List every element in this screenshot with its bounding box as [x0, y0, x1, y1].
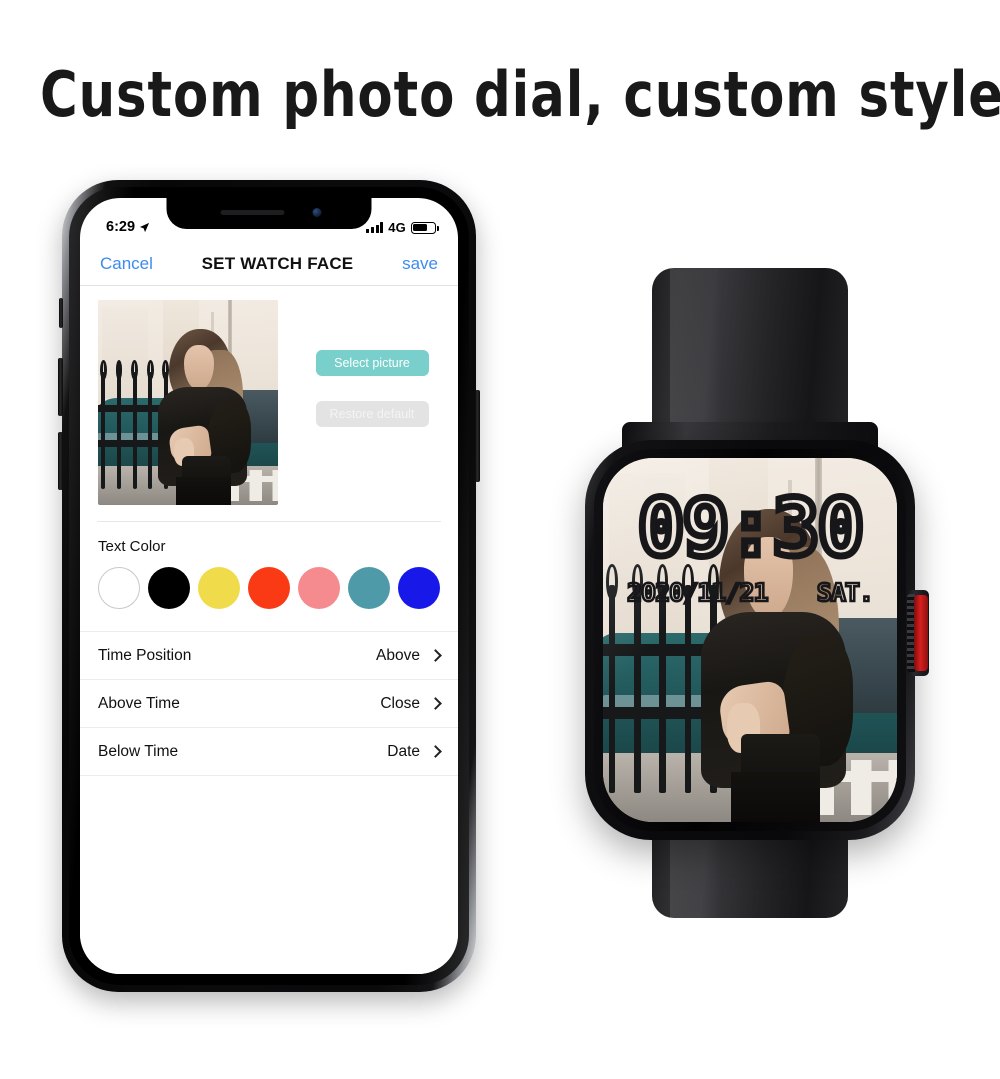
phone-bezel: 6:29 4G Cancel SET WATCH FACE save Selec… [69, 187, 469, 985]
product-banner: Custom photo dial, custom style 6:29 4G … [0, 0, 1000, 1079]
color-swatch-white[interactable] [98, 567, 140, 609]
row-value: Close [380, 694, 420, 712]
save-button[interactable]: save [402, 254, 438, 274]
earpiece-speaker-icon [220, 210, 285, 215]
chevron-right-icon [429, 745, 442, 758]
status-bar-time: 6:29 [106, 219, 136, 235]
watch-screen[interactable]: 09:30 2020/11/21 SAT. [603, 458, 897, 822]
row-time-position[interactable]: Time Position Above [80, 631, 458, 679]
text-color-swatches [80, 555, 458, 609]
row-label: Below Time [98, 742, 179, 760]
watch-crown-button[interactable] [907, 590, 929, 676]
row-value: Date [387, 742, 420, 760]
battery-icon [411, 221, 439, 234]
color-swatch-teal[interactable] [348, 567, 390, 609]
page-title: Custom photo dial, custom style [40, 58, 1000, 131]
phone-notch [166, 198, 372, 229]
watch-face-subline: 2020/11/21 SAT. [626, 577, 876, 609]
signal-bars-icon [366, 222, 384, 233]
preview-photo-image [98, 300, 278, 505]
chevron-right-icon [429, 649, 442, 662]
picture-row: Select picture Restore default [80, 286, 458, 505]
screen-title: SET WATCH FACE [201, 253, 354, 273]
phone-mockup: 6:29 4G Cancel SET WATCH FACE save Selec… [58, 180, 480, 992]
watch-face-time: 09:30 [634, 484, 868, 574]
smartwatch-mockup: 09:30 2020/11/21 SAT. [530, 240, 970, 940]
settings-content: Select picture Restore default Text Colo… [80, 286, 458, 974]
color-swatch-yellow[interactable] [198, 567, 240, 609]
watch-case: 09:30 2020/11/21 SAT. [585, 440, 929, 840]
crown-red-accent [914, 595, 928, 671]
row-value: Above [376, 646, 420, 664]
picture-actions: Select picture Restore default [278, 300, 440, 505]
list-bottom-divider [80, 775, 458, 776]
row-label: Time Position [98, 646, 192, 664]
row-below-time[interactable]: Below Time Date [80, 727, 458, 775]
settings-list: Time Position Above Above Time Close Bel… [80, 631, 458, 776]
text-color-label: Text Color [98, 538, 166, 555]
watch-bezel: 09:30 2020/11/21 SAT. [594, 449, 906, 831]
row-above-time[interactable]: Above Time Close [80, 679, 458, 727]
phone-volume-up-button[interactable] [58, 358, 63, 416]
cancel-button[interactable]: Cancel [100, 254, 153, 274]
network-label: 4G [388, 220, 406, 235]
front-camera-icon [312, 208, 322, 217]
watch-face-date: 2020/11/21 [626, 577, 770, 609]
status-bar-left: 6:29 [106, 219, 150, 235]
color-swatch-pink[interactable] [298, 567, 340, 609]
status-bar-right: 4G [366, 220, 439, 235]
color-swatch-black[interactable] [148, 567, 190, 609]
restore-default-button[interactable]: Restore default [315, 401, 429, 427]
chevron-right-icon [429, 697, 442, 710]
phone-power-button[interactable] [475, 390, 480, 482]
phone-screen: 6:29 4G Cancel SET WATCH FACE save Selec… [80, 198, 458, 974]
row-label: Above Time [98, 694, 180, 712]
select-picture-button[interactable]: Select picture [315, 350, 429, 376]
location-arrow-icon [139, 222, 150, 232]
navigation-bar: Cancel SET WATCH FACE save [80, 242, 458, 286]
phone-volume-down-button[interactable] [58, 432, 63, 490]
phone-mute-switch[interactable] [59, 298, 63, 328]
photo-preview[interactable] [98, 300, 278, 505]
color-swatch-blue[interactable] [398, 567, 440, 609]
watch-face-weekday: SAT. [815, 577, 875, 609]
color-swatch-red[interactable] [248, 567, 290, 609]
